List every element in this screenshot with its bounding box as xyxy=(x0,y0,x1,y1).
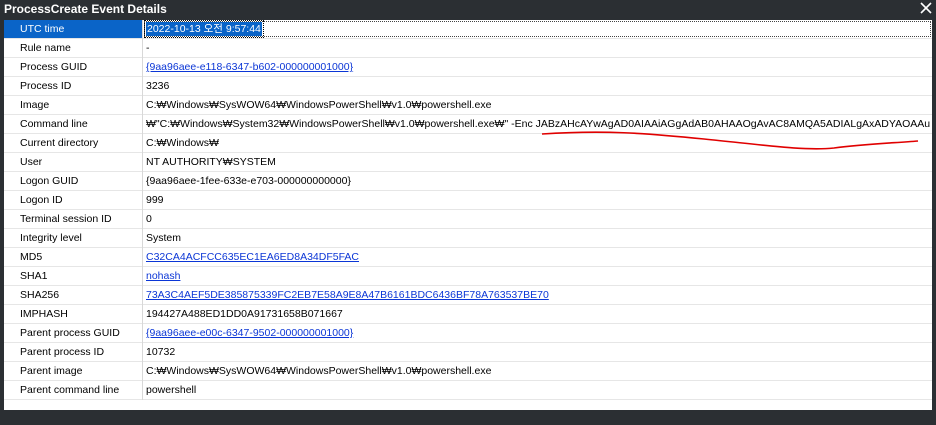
field-value-cell: 10732 xyxy=(143,343,933,362)
table-row[interactable]: Process ID 3236 xyxy=(4,76,933,96)
table-row[interactable]: Current directory C:₩Windows₩ xyxy=(4,133,933,153)
table-row[interactable]: SHA1 nohash xyxy=(4,266,933,286)
field-name: Parent process ID xyxy=(4,342,143,362)
field-value-cell: {9aa96aee-e00c-6347-9502-000000001000} xyxy=(143,324,933,343)
table-row[interactable]: Command line ₩"C:₩Windows₩System32₩Window… xyxy=(4,114,933,134)
table-row[interactable]: SHA256 73A3C4AEF5DE385875339FC2EB7E58A9E8… xyxy=(4,285,933,305)
window-footer xyxy=(0,410,936,425)
field-value-cell: NT AUTHORITY₩SYSTEM xyxy=(143,153,933,172)
field-name: User xyxy=(4,152,143,172)
field-value-cell: C:₩Windows₩SysWOW64₩WindowsPowerShell₩v1… xyxy=(143,362,933,381)
field-name: Logon GUID xyxy=(4,171,143,191)
field-value: 194427A488ED1DD0A91731658B071667 xyxy=(146,308,343,320)
field-name: Logon ID xyxy=(4,190,143,210)
field-name: Rule name xyxy=(4,38,143,58)
field-value: 0 xyxy=(146,213,152,225)
field-name: Process GUID xyxy=(4,57,143,77)
field-value-cell: 194427A488ED1DD0A91731658B071667 xyxy=(143,305,933,324)
field-value: 10732 xyxy=(146,346,176,358)
field-value: C:₩Windows₩ xyxy=(146,137,219,149)
table-row[interactable]: User NT AUTHORITY₩SYSTEM xyxy=(4,152,933,172)
value-link[interactable]: {9aa96aee-e118-6347-b602-000000001000} xyxy=(146,61,353,73)
field-name: SHA1 xyxy=(4,266,143,286)
field-value: - xyxy=(146,42,150,54)
value-link[interactable]: {9aa96aee-e00c-6347-9502-000000001000} xyxy=(146,327,353,339)
field-name: IMPHASH xyxy=(4,304,143,324)
field-value-cell: C32CA4ACFCC635EC1EA6ED8A34DF5FAC xyxy=(143,248,933,267)
field-value-cell: 3236 xyxy=(143,77,933,96)
field-value-cell: C:₩Windows₩ xyxy=(143,134,933,153)
table-row[interactable]: Terminal session ID 0 xyxy=(4,209,933,229)
field-value-cell: nohash xyxy=(143,267,933,286)
selected-value[interactable]: 2022-10-13 오전 9:57:44 xyxy=(144,20,264,38)
table-row[interactable]: UTC time 2022-10-13 오전 9:57:44 xyxy=(4,20,932,39)
field-name: UTC time xyxy=(4,20,143,39)
field-name: MD5 xyxy=(4,247,143,267)
field-value-cell: - xyxy=(143,39,933,58)
close-icon[interactable] xyxy=(918,0,934,17)
field-name: Parent image xyxy=(4,361,143,381)
value-link[interactable]: nohash xyxy=(146,270,180,282)
field-value: C:₩Windows₩SysWOW64₩WindowsPowerShell₩v1… xyxy=(146,365,492,377)
field-value-cell: {9aa96aee-e118-6347-b602-000000001000} xyxy=(143,58,933,77)
table-row[interactable]: IMPHASH 194427A488ED1DD0A91731658B071667 xyxy=(4,304,933,324)
table-row[interactable]: Parent image C:₩Windows₩SysWOW64₩WindowsP… xyxy=(4,361,933,381)
window-title: ProcessCreate Event Details xyxy=(4,2,167,16)
field-name: Command line xyxy=(4,114,143,134)
table-row[interactable]: Logon ID 999 xyxy=(4,190,933,210)
table-row[interactable]: MD5 C32CA4ACFCC635EC1EA6ED8A34DF5FAC xyxy=(4,247,933,267)
field-name: Parent command line xyxy=(4,380,143,400)
field-value-cell: {9aa96aee-1fee-633e-e703-000000000000} xyxy=(143,172,933,191)
field-value-cell: System xyxy=(143,229,933,248)
field-name: Terminal session ID xyxy=(4,209,143,229)
value-link[interactable]: 73A3C4AEF5DE385875339FC2EB7E58A9E8A47B61… xyxy=(146,289,549,301)
field-name: Process ID xyxy=(4,76,143,96)
field-name: SHA256 xyxy=(4,285,143,305)
table-row[interactable]: Image C:₩Windows₩SysWOW64₩WindowsPowerShe… xyxy=(4,95,933,115)
table-row[interactable]: Parent process GUID {9aa96aee-e00c-6347-9… xyxy=(4,323,933,343)
table-row[interactable]: Rule name - xyxy=(4,38,933,58)
table-row[interactable]: Parent command line powershell xyxy=(4,380,933,400)
field-value: 999 xyxy=(146,194,164,206)
field-value: System xyxy=(146,232,182,244)
field-value: ₩"C:₩Windows₩System32₩WindowsPowerShell₩… xyxy=(146,118,931,130)
field-value-cell: 0 xyxy=(143,210,933,229)
field-name: Image xyxy=(4,95,143,115)
value-link[interactable]: C32CA4ACFCC635EC1EA6ED8A34DF5FAC xyxy=(146,251,359,263)
field-value: powershell xyxy=(146,384,197,396)
field-value-cell: C:₩Windows₩SysWOW64₩WindowsPowerShell₩v1… xyxy=(143,96,933,115)
title-bar: ProcessCreate Event Details xyxy=(0,0,936,18)
field-value: C:₩Windows₩SysWOW64₩WindowsPowerShell₩v1… xyxy=(146,99,492,111)
field-value-cell: 2022-10-13 오전 9:57:44 xyxy=(142,20,932,39)
details-table: UTC time 2022-10-13 오전 9:57:44 Rule name - P… xyxy=(4,20,932,400)
table-row[interactable]: Parent process ID 10732 xyxy=(4,342,933,362)
field-value-cell: powershell xyxy=(143,381,933,400)
table-row[interactable]: Integrity level System xyxy=(4,228,933,248)
field-value: 3236 xyxy=(146,80,170,92)
field-value: {9aa96aee-1fee-633e-e703-000000000000} xyxy=(146,175,351,187)
details-panel: UTC time 2022-10-13 오전 9:57:44 Rule name - P… xyxy=(4,20,932,410)
field-value: NT AUTHORITY₩SYSTEM xyxy=(146,156,276,168)
event-details-window: ProcessCreate Event Details UTC time 2022… xyxy=(0,0,936,425)
field-value-cell: 999 xyxy=(143,191,933,210)
field-name: Current directory xyxy=(4,133,143,153)
field-name: Parent process GUID xyxy=(4,323,143,343)
field-value-cell: ₩"C:₩Windows₩System32₩WindowsPowerShell₩… xyxy=(143,115,933,134)
table-row[interactable]: Logon GUID {9aa96aee-1fee-633e-e703-00000… xyxy=(4,171,933,191)
table-row[interactable]: Process GUID {9aa96aee-e118-6347-b602-000… xyxy=(4,57,933,77)
field-name: Integrity level xyxy=(4,228,143,248)
field-value-cell: 73A3C4AEF5DE385875339FC2EB7E58A9E8A47B61… xyxy=(143,286,933,305)
